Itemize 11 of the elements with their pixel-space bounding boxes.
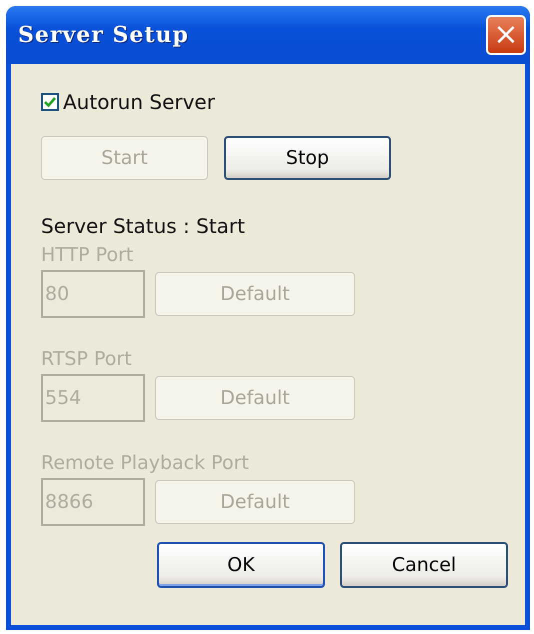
dialog-button[interactable]: OK xyxy=(157,542,325,588)
server-button[interactable]: Stop xyxy=(224,136,391,180)
port-label: Remote Playback Port xyxy=(41,452,250,474)
dialog-button[interactable]: Cancel xyxy=(340,542,508,588)
port-label: HTTP Port xyxy=(41,244,134,266)
checkbox[interactable] xyxy=(41,93,59,111)
checkbox-label: Autorun Server xyxy=(63,90,215,114)
close-button[interactable]: × xyxy=(486,15,526,55)
port-label: RTSP Port xyxy=(41,348,133,370)
server-status: Server Status : Start xyxy=(41,214,246,238)
window-title: Server Setup xyxy=(18,22,189,48)
